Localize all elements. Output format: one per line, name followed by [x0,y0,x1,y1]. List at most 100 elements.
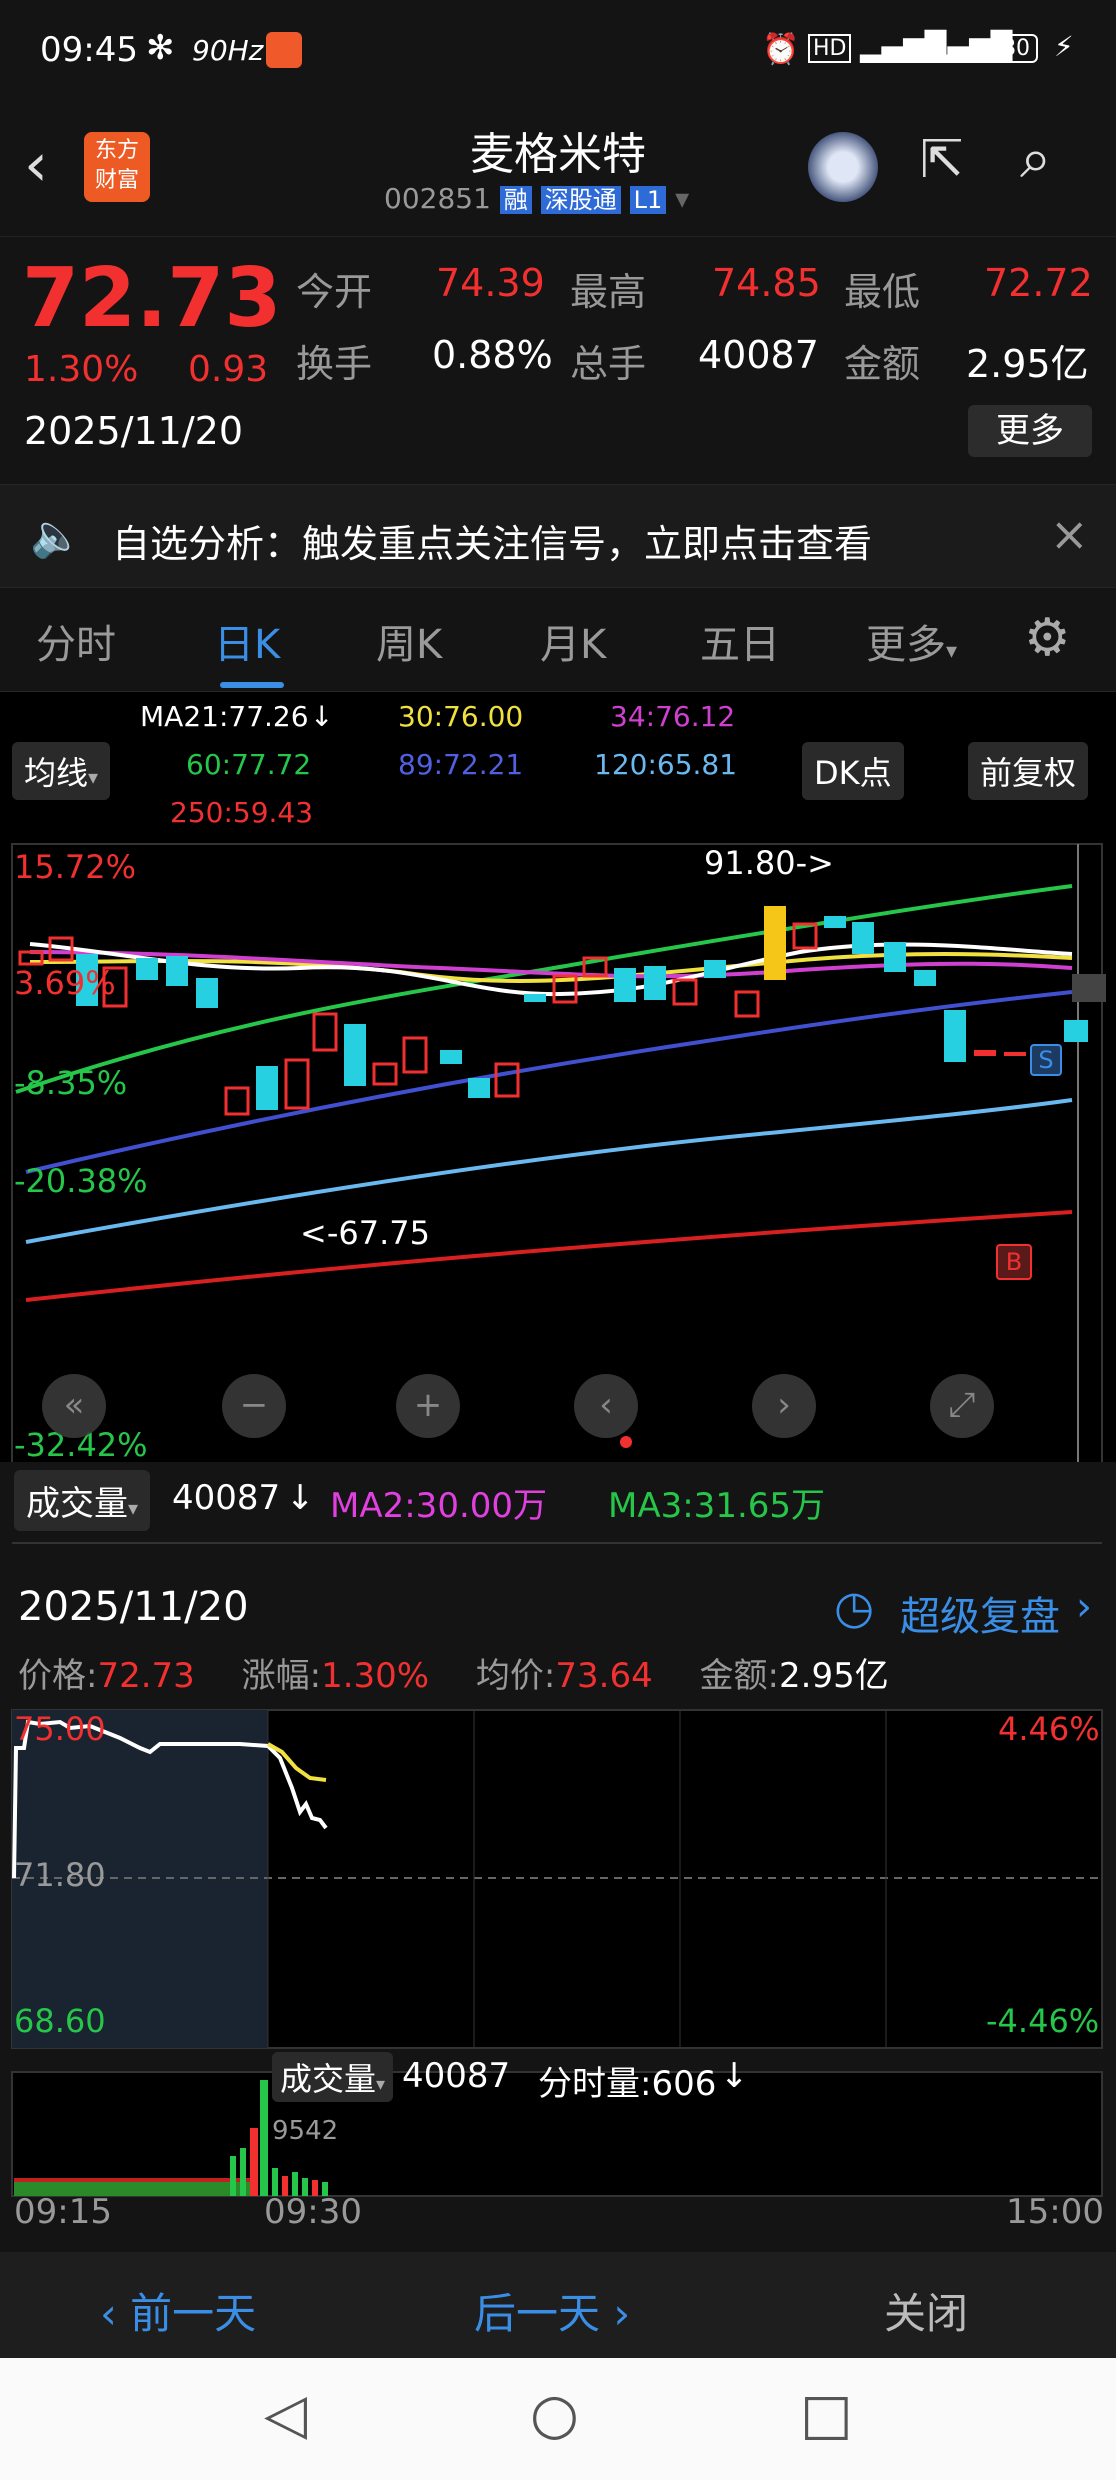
history-icon[interactable]: ◷ [834,1580,874,1634]
nav-recents-icon[interactable]: □ [800,2382,853,2447]
turnover-label: 换手 [296,342,373,386]
volume-selector[interactable]: 成交量▾ [14,1470,151,1531]
speaker-icon: 🔈 [30,511,83,560]
ma-selector-label: 均线 [24,754,89,792]
low-label: 最低 [844,270,921,314]
chevron-left-icon: ‹ [100,2289,131,2338]
volume-divider [12,1542,1102,1544]
high-marker: 91.80-> [704,844,834,882]
time-mid: 09:30 [264,2192,362,2232]
high-label: 最高 [570,270,647,314]
next-day-button[interactable]: 后一天 › [474,2280,630,2341]
amount-value: 2.95亿 [966,342,1089,386]
scroll-left-icon[interactable]: ‹ [574,1374,638,1438]
y-bot-label: 68.60 [14,2002,106,2040]
chevron-right-icon[interactable]: › [1076,1584,1092,1630]
search-icon[interactable]: ⌕ [1020,126,1051,192]
ma89-label: 89:72.21 [398,748,524,781]
tab-monthly-k[interactable]: 月K [540,612,606,670]
system-nav-bar: ◁ ○ □ [0,2358,1116,2480]
tab-five-day[interactable]: 五日 [700,612,780,670]
intraday-volume-label: 成交量 [280,2060,377,2098]
tab-intraday[interactable]: 分时 [36,612,116,670]
volume-peak-label: 9542 [272,2116,339,2146]
nav-back-icon[interactable]: ◁ [264,2382,307,2447]
settings-icon[interactable]: ⚙ [1024,608,1071,668]
time-end: 15:00 [1006,2192,1104,2232]
pct-bot-label: -4.46% [986,2002,1100,2040]
pct-label-3: -8.35% [14,1064,128,1102]
arrow-down-icon: ↓ [310,700,334,733]
replay-link[interactable]: 超级复盘 [900,1584,1060,1642]
adjust-button[interactable]: 前复权 [968,742,1089,800]
buy-signal-badge[interactable]: B [996,1244,1032,1280]
ma60-label: 60:77.72 [186,748,312,781]
close-button[interactable]: 关闭 [884,2280,968,2341]
dk-point-button[interactable]: DK点 [802,742,904,800]
robot-avatar-icon[interactable] [808,132,878,202]
change-pct: 1.30% [24,349,139,390]
high-value: 74.85 [712,261,821,305]
ma34-label: 34:76.12 [610,700,736,733]
period-tabs: 分时 日K 周K 月K 五日 更多▾ ⚙ [0,588,1116,692]
amt-label: 金额: [699,1656,780,1696]
change-value: 0.93 [188,349,269,390]
open-value: 74.39 [436,261,545,305]
vol-ma2: MA2:30.00万 [330,1486,548,1526]
intraday-volume-selector[interactable]: 成交量▾ [272,2052,394,2102]
share-icon[interactable]: ⇱ [920,130,964,190]
stock-code-row: 002851 融 深股通 L1 ▾ [384,180,689,215]
quote-panel: 72.73 1.30% 0.93 2025/11/20 今开 74.39 最高 … [0,236,1116,484]
alarm-icon: ⏰ [762,32,800,67]
tab-more[interactable]: 更多▾ [866,612,957,670]
hd-icon: HD [808,34,852,63]
ma-selector[interactable]: 均线▾ [12,742,111,800]
open-label: 今开 [296,270,373,314]
avg-label: 均价: [475,1656,556,1696]
app-notify-icon [266,32,302,68]
clock: 09:45 [40,30,138,70]
pct-top-label: 4.46% [998,1710,1100,1748]
ma60-line [15,884,1073,1094]
quote-date: 2025/11/20 [24,409,244,453]
zoom-in-icon[interactable]: + [396,1374,460,1438]
review-footer: ‹ 前一天 后一天 › 关闭 [0,2252,1116,2358]
dropdown-icon[interactable]: ▾ [675,182,689,215]
fullscreen-icon[interactable]: ⤢ [930,1374,994,1438]
chevron-right-icon: › [600,2289,631,2338]
tab-more-label: 更多 [866,622,946,668]
ma89-line [25,990,1073,1174]
arrow-down-icon: ↓ [286,1478,315,1518]
kline-pane[interactable]: MA21:77.26 ↓ 30:76.00 34:76.12 均线▾ 60:77… [0,692,1116,1562]
notice-bar[interactable]: 🔈 自选分析：触发重点关注信号，立即点击查看 × [0,484,1116,588]
sell-signal-badge[interactable]: S [1030,1044,1062,1076]
turnover-value: 0.88% [432,333,553,377]
intraday-volume: 40087 [402,2056,511,2096]
chg-value: 1.30% [321,1656,430,1696]
volume-value: 40087 [698,333,819,377]
stock-code: 002851 [384,182,491,215]
zoom-out-icon[interactable]: − [222,1374,286,1438]
amt-value: 2.95亿 [779,1656,889,1696]
scroll-fast-back-icon[interactable]: « [42,1374,106,1438]
price-value: 72.73 [97,1656,195,1696]
tab-daily-k[interactable]: 日K [214,612,280,670]
volume-strip: 成交量▾ 40087 ↓ MA2:30.00万 MA3:31.65万 [0,1462,1116,1562]
low-marker: <-67.75 [300,1214,430,1252]
pct-label-1: 15.72% [14,848,137,886]
tab-indicator [220,682,284,688]
scroll-right-icon[interactable]: › [752,1374,816,1438]
refresh-rate: 90Hz [192,34,264,67]
status-bar: 09:45 ✻ 90Hz ⏰ HD ▂▄▆█ ▂▄▆█ 80 ⚡ [0,0,1116,100]
prev-day-label: 前一天 [130,2289,257,2338]
price-label: 价格: [18,1656,98,1696]
battery-icon: 80 [994,34,1038,63]
nav-home-icon[interactable]: ○ [530,2382,579,2447]
tick-volume: 分时量:606 [538,2064,717,2104]
prev-day-button[interactable]: ‹ 前一天 [100,2280,256,2341]
ma21-label: MA21:77.26 [140,700,309,733]
tab-weekly-k[interactable]: 周K [376,612,442,670]
more-button[interactable]: 更多 [968,405,1092,457]
close-icon[interactable]: × [1050,507,1089,561]
ma250-line [25,1210,1073,1302]
